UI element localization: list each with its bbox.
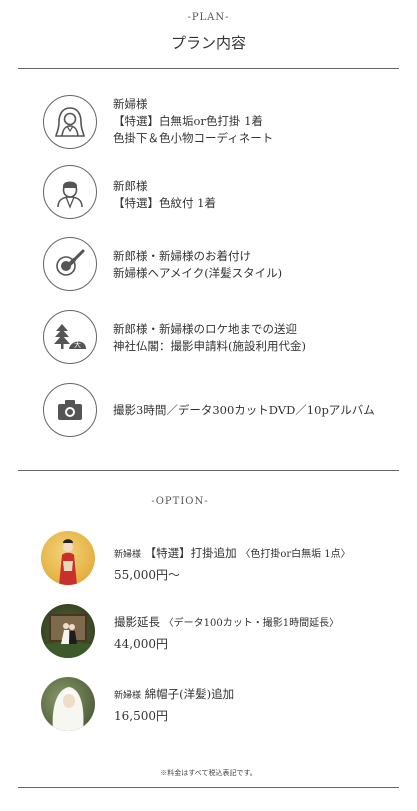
plan-line: 色掛下＆色小物コーディネート <box>113 131 274 145</box>
plan-item-groom: 新郎様 【特選】色紋付 1着 <box>113 178 216 212</box>
plan-title: プラン内容 <box>170 34 246 52</box>
svg-text:大: 大 <box>74 340 81 349</box>
plan-line: 撮影3時間／データ300カットDVD／10pアルバム <box>113 403 375 417</box>
tax-note: ※料金はすべて税込表記です。 <box>160 769 257 777</box>
plan-line: 神社仏閣：撮影申請料(施設利用代金) <box>113 339 306 353</box>
option-photo-extension <box>41 604 95 658</box>
bride-icon <box>43 95 97 149</box>
divider <box>18 68 399 69</box>
option-price: 55,000円〜 <box>114 568 180 582</box>
option-prefix: 新婦様 <box>114 550 142 560</box>
plan-item-camera: 撮影3時間／データ300カットDVD／10pアルバム <box>113 402 375 419</box>
option-name: 【特選】打掛追加 <box>144 546 237 560</box>
divider <box>18 470 399 471</box>
camera-icon <box>43 383 97 437</box>
option-name: 綿帽子(洋髪)追加 <box>144 687 235 701</box>
option-item-extension: 撮影延長 〈データ100カット・撮影1時間延長〉 44,000円 <box>114 614 339 652</box>
option-photo-uchikake <box>41 531 95 585</box>
plan-line: 新郎様 <box>113 179 148 193</box>
plan-line: 新郎様・新婦様のお着付け <box>113 249 251 263</box>
option-photo-watabousi <box>41 677 95 731</box>
makeup-icon <box>43 237 97 291</box>
option-detail: 〈データ100カット・撮影1時間延長〉 <box>163 618 340 629</box>
plan-kicker: -PLAN- <box>187 12 230 23</box>
plan-line: 新郎様・新婦様のロケ地までの送迎 <box>113 322 297 336</box>
location-icon: 大 <box>43 310 97 364</box>
option-item-uchikake: 新婦様 【特選】打掛追加 〈色打掛or白無垢 1点〉 55,000円〜 <box>114 545 351 583</box>
plan-item-bride: 新婦様 【特選】白無垢or色打掛 1着 色掛下＆色小物コーディネート <box>113 96 273 147</box>
option-item-watabousi: 新婦様 綿帽子(洋髪)追加 16,500円 <box>114 686 234 724</box>
divider <box>18 787 399 788</box>
plan-item-makeup: 新郎様・新婦様のお着付け 新婦様ヘアメイク(洋髪スタイル) <box>113 248 282 282</box>
plan-line: 【特選】色紋付 1着 <box>113 196 216 210</box>
plan-item-location: 新郎様・新婦様のロケ地までの送迎 神社仏閣：撮影申請料(施設利用代金) <box>113 321 306 355</box>
option-price: 16,500円 <box>114 709 168 723</box>
option-detail: 〈色打掛or白無垢 1点〉 <box>240 549 351 560</box>
plan-line: 新婦様ヘアメイク(洋髪スタイル) <box>113 266 283 280</box>
plan-line: 【特選】白無垢or色打掛 1着 <box>113 114 263 128</box>
plan-line: 新婦様 <box>113 97 148 111</box>
option-prefix: 新婦様 <box>114 691 142 701</box>
option-name: 撮影延長 <box>114 615 160 629</box>
groom-icon <box>43 165 97 219</box>
option-price: 44,000円 <box>114 637 168 651</box>
option-kicker: -OPTION- <box>151 496 209 507</box>
